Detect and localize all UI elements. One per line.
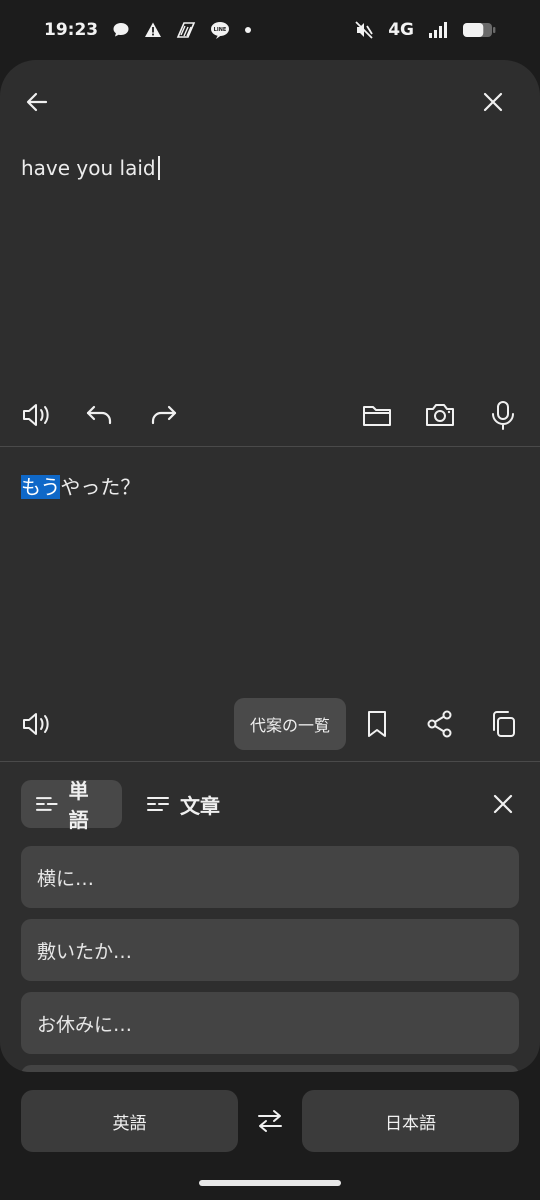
tab-sentences-label: 文章 bbox=[180, 793, 220, 818]
open-file-button[interactable] bbox=[355, 393, 399, 437]
target-language-button[interactable]: 日本語 bbox=[302, 1090, 519, 1152]
close-button[interactable] bbox=[471, 80, 515, 124]
translation-speak-button[interactable] bbox=[15, 702, 59, 746]
suggestion-item[interactable]: 敷いたか… bbox=[21, 919, 519, 981]
warning-icon bbox=[144, 21, 162, 39]
status-time: 19:23 bbox=[44, 20, 99, 40]
tab-words-label: 単語 bbox=[68, 779, 89, 832]
microphone-button[interactable] bbox=[481, 393, 525, 437]
copy-button[interactable] bbox=[481, 702, 525, 746]
status-left: 19:23 LINE bbox=[44, 20, 252, 40]
translator-sheet: have you laid もうやった？ 代案の一覧 単語 文章 横に… 敷いた… bbox=[0, 60, 540, 1072]
svg-text:LINE: LINE bbox=[214, 27, 227, 33]
copy-icon bbox=[493, 711, 515, 737]
back-button[interactable] bbox=[15, 80, 59, 124]
battery-icon bbox=[462, 21, 496, 39]
suggestion-item-partial bbox=[21, 1065, 519, 1072]
folder-icon bbox=[363, 406, 391, 426]
section-divider bbox=[0, 446, 540, 447]
speaker-icon bbox=[23, 404, 49, 426]
signal-icon bbox=[428, 21, 448, 39]
suggestion-item[interactable]: お休みに… bbox=[21, 992, 519, 1054]
tab-words[interactable]: 単語 bbox=[21, 779, 122, 832]
sentence-list-icon bbox=[147, 797, 169, 811]
status-bar: 19:23 LINE 4G bbox=[0, 0, 540, 60]
camera-button[interactable] bbox=[418, 393, 462, 437]
camera-icon bbox=[426, 404, 454, 426]
word-list-icon bbox=[35, 797, 58, 811]
network-type: 4G bbox=[388, 20, 414, 40]
close-icon bbox=[483, 92, 503, 112]
source-speak-button[interactable] bbox=[15, 393, 59, 437]
source-input[interactable]: have you laid bbox=[21, 156, 160, 180]
swap-arrows-icon bbox=[258, 1110, 282, 1132]
source-language-button[interactable]: 英語 bbox=[21, 1090, 238, 1152]
home-indicator[interactable] bbox=[199, 1180, 341, 1186]
share-button[interactable] bbox=[418, 702, 462, 746]
redo-icon bbox=[151, 405, 177, 425]
alternatives-list-button[interactable]: 代案の一覧 bbox=[234, 698, 346, 750]
undo-icon bbox=[86, 405, 112, 425]
mute-icon bbox=[354, 20, 374, 40]
undo-button[interactable] bbox=[78, 393, 122, 437]
speaker-icon bbox=[23, 713, 49, 735]
line-app-icon: LINE bbox=[210, 21, 230, 39]
close-suggestions-button[interactable] bbox=[481, 782, 525, 826]
close-icon bbox=[493, 794, 513, 814]
text-cursor bbox=[157, 156, 160, 180]
section-divider bbox=[0, 761, 540, 762]
notification-dot-icon bbox=[244, 26, 252, 34]
share-icon bbox=[427, 710, 452, 738]
translation-rest: やった？ bbox=[60, 475, 141, 499]
highlighted-word[interactable]: もう bbox=[21, 475, 61, 499]
microphone-icon bbox=[492, 401, 514, 430]
tab-sentences[interactable]: 文章 bbox=[132, 780, 242, 828]
swap-languages-button[interactable] bbox=[248, 1099, 292, 1143]
redo-button[interactable] bbox=[141, 393, 185, 437]
source-text-content: have you laid bbox=[21, 156, 156, 180]
translation-output[interactable]: もうやった？ bbox=[21, 471, 140, 500]
chat-bubble-icon bbox=[112, 21, 130, 39]
bookmark-button[interactable] bbox=[355, 702, 399, 746]
data-saver-icon bbox=[176, 21, 196, 39]
bookmark-icon bbox=[368, 711, 386, 737]
suggestion-item[interactable]: 横に… bbox=[21, 846, 519, 908]
arrow-left-icon bbox=[26, 92, 48, 112]
status-right: 4G bbox=[354, 20, 496, 40]
